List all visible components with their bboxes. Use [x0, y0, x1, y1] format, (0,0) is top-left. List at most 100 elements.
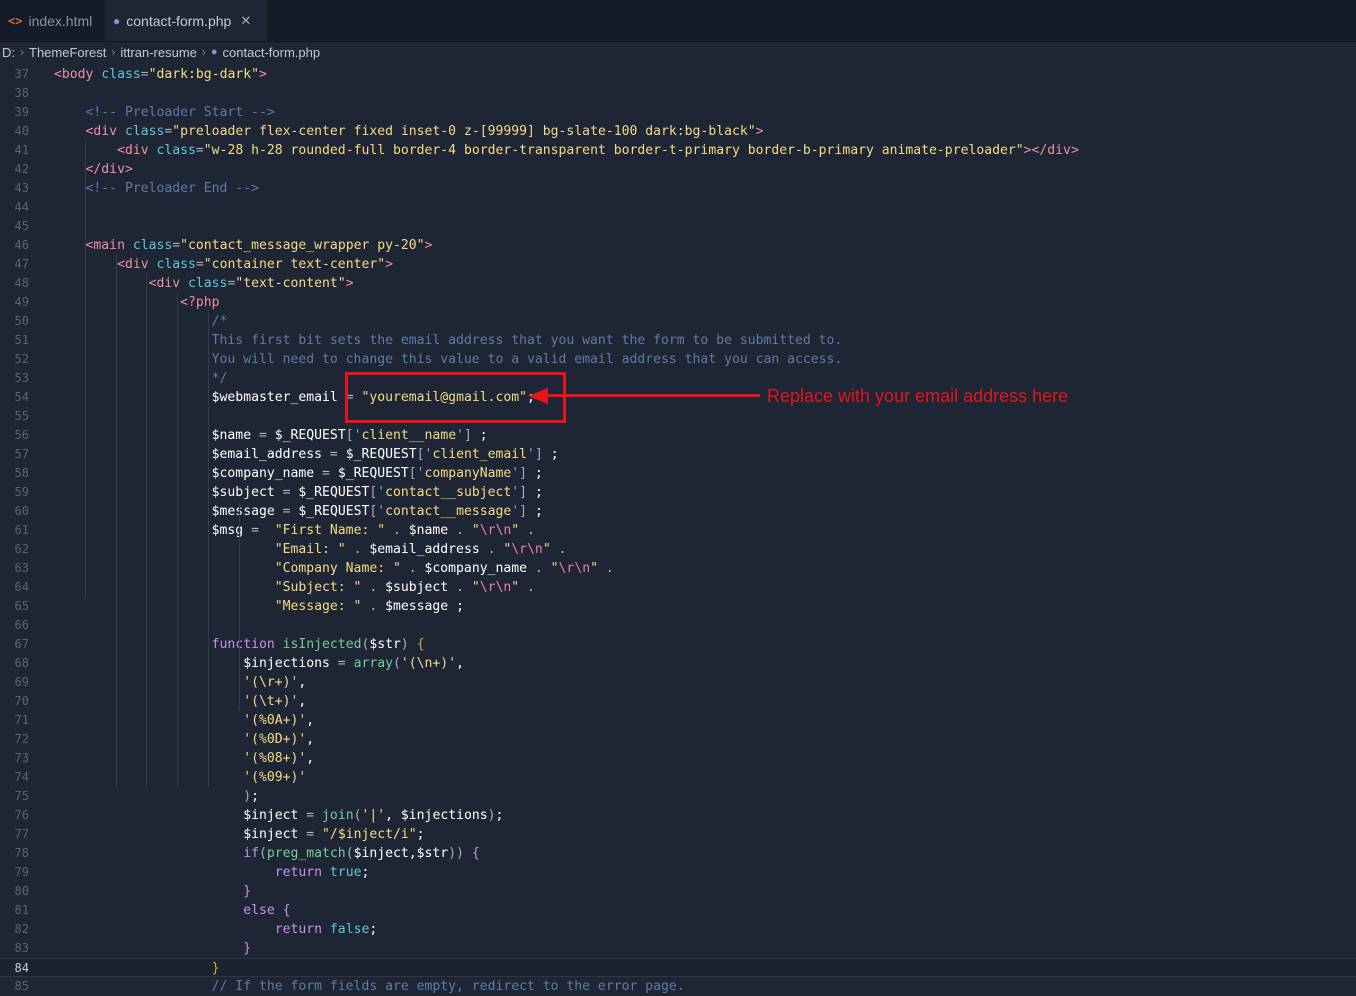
- code-text: </div>: [54, 160, 133, 179]
- code-token: This first bit sets the email address th…: [54, 333, 843, 348]
- code-line[interactable]: 83 }: [0, 939, 1356, 958]
- code-text: $company_name = $_REQUEST['companyName']…: [54, 464, 543, 483]
- breadcrumb-file[interactable]: contact-form.php: [223, 45, 321, 60]
- code-line[interactable]: 49 <?php: [0, 293, 1356, 312]
- code-line[interactable]: 67 function isInjected($str) {: [0, 635, 1356, 654]
- code-token: ': [456, 428, 464, 443]
- code-line[interactable]: 41 <div class="w-28 h-28 rounded-full bo…: [0, 141, 1356, 160]
- code-token: "contact_message_wrapper py-20": [180, 238, 425, 253]
- code-line[interactable]: 38: [0, 84, 1356, 103]
- code-text: );: [54, 787, 259, 806]
- code-token: .: [400, 561, 425, 576]
- code-line[interactable]: 74 '(%09+)': [0, 768, 1356, 787]
- code-line[interactable]: 76 $inject = join('|', $injections);: [0, 806, 1356, 825]
- code-token: ;: [527, 504, 543, 519]
- line-number: 69: [14, 675, 29, 689]
- code-token: ;: [416, 827, 425, 842]
- code-line[interactable]: 69 '(\r+)',: [0, 673, 1356, 692]
- code-line[interactable]: 78 if(preg_match($inject,$str)) {: [0, 844, 1356, 863]
- breadcrumb-drive[interactable]: D:: [2, 45, 15, 60]
- code-token: .: [448, 580, 472, 595]
- breadcrumb-folder[interactable]: ittran-resume: [120, 45, 197, 60]
- code-line[interactable]: 63 "Company Name: " . $company_name . "\…: [0, 559, 1356, 578]
- code-line[interactable]: 37 <body class="dark:bg-dark">: [0, 65, 1356, 84]
- code-line[interactable]: 73 '(%08+)',: [0, 749, 1356, 768]
- code-text: $subject = $_REQUEST['contact__subject']…: [54, 483, 543, 502]
- close-icon[interactable]: ✕: [240, 13, 251, 29]
- code-line[interactable]: 62 "Email: " . $email_address . "\r\n" .: [0, 540, 1356, 559]
- code-token: ]: [463, 428, 472, 443]
- code-token: =: [140, 67, 149, 82]
- code-line[interactable]: 40 <div class="preloader flex-center fix…: [0, 122, 1356, 141]
- annotation-text: Replace with your email address here: [767, 386, 1069, 406]
- code-token: {: [416, 637, 425, 652]
- code-token: '(%09+)': [54, 770, 307, 785]
- code-line[interactable]: 55: [0, 407, 1356, 426]
- php-elephant-icon: ●: [113, 13, 121, 28]
- code-line[interactable]: 61 $msg = "First Name: " . $name . "\r\n…: [0, 521, 1356, 540]
- code-editor[interactable]: 37 <body class="dark:bg-dark"> 38 39 <!-- P…: [0, 65, 1356, 994]
- code-token: "dark:bg-dark": [148, 67, 259, 82]
- code-line[interactable]: 51 This first bit sets the email address…: [0, 331, 1356, 350]
- code-line[interactable]: 53 */: [0, 369, 1356, 388]
- code-line[interactable]: 57 $email_address = $_REQUEST['client_em…: [0, 445, 1356, 464]
- code-text: $email_address = $_REQUEST['client_email…: [54, 445, 559, 464]
- code-line[interactable]: 58 $company_name = $_REQUEST['companyNam…: [0, 464, 1356, 483]
- code-line[interactable]: 72 '(%0D+)',: [0, 730, 1356, 749]
- code-token: $msg: [54, 523, 252, 538]
- code-text: */: [54, 369, 228, 388]
- code-line[interactable]: 71 '(%0A+)',: [0, 711, 1356, 730]
- code-line[interactable]: 68 $injections = array('(\n+)',: [0, 654, 1356, 673]
- code-line[interactable]: 70 '(\t+)',: [0, 692, 1356, 711]
- code-line[interactable]: 44: [0, 198, 1356, 217]
- code-line[interactable]: 77 $inject = "/$inject/i";: [0, 825, 1356, 844]
- code-line[interactable]: 56 $name = $_REQUEST['client__name'] ;: [0, 426, 1356, 445]
- code-line[interactable]: 52 You will need to change this value to…: [0, 350, 1356, 369]
- code-line[interactable]: 59 $subject = $_REQUEST['contact__subjec…: [0, 483, 1356, 502]
- code-line[interactable]: 85 // If the form fields are empty, redi…: [0, 977, 1356, 996]
- code-token: $_REQUEST: [337, 466, 409, 481]
- code-token: .: [550, 542, 567, 557]
- code-token: preg_match: [266, 846, 346, 861]
- code-line[interactable]: 66: [0, 616, 1356, 635]
- code-line[interactable]: 54 $webmaster_email = "youremail@gmail.c…: [0, 388, 1356, 407]
- line-number: 78: [14, 846, 29, 860]
- code-token: =: [195, 143, 204, 158]
- code-text: if(preg_match($inject,$str)) {: [54, 844, 480, 863]
- code-line[interactable]: 81 else {: [0, 901, 1356, 920]
- code-line[interactable]: 79 return true;: [0, 863, 1356, 882]
- code-line[interactable]: 43 <!-- Preloader End -->: [0, 179, 1356, 198]
- breadcrumb-folder[interactable]: ThemeForest: [29, 45, 106, 60]
- code-line[interactable]: 42 </div>: [0, 160, 1356, 179]
- code-token: ;: [361, 865, 370, 880]
- code-line[interactable]: 60 $message = $_REQUEST['contact__messag…: [0, 502, 1356, 521]
- code-line[interactable]: 39 <!-- Preloader Start -->: [0, 103, 1356, 122]
- code-token: You will need to change this value to a …: [54, 352, 843, 367]
- code-token: .: [527, 561, 551, 576]
- code-token: ": [511, 580, 520, 595]
- line-number: 62: [14, 542, 29, 556]
- code-line[interactable]: 80 }: [0, 882, 1356, 901]
- code-token: $inject: [54, 808, 307, 823]
- code-token: $injections: [54, 656, 338, 671]
- line-number: 41: [14, 143, 29, 157]
- code-line[interactable]: 64 "Subject: " . $subject . "\r\n" .: [0, 578, 1356, 597]
- code-token: <div: [54, 257, 157, 272]
- code-line[interactable]: 47 <div class="container text-center">: [0, 255, 1356, 274]
- code-line[interactable]: 75 );: [0, 787, 1356, 806]
- indent-guide: [177, 293, 178, 787]
- tab-contact-form-php[interactable]: ● contact-form.php ✕: [105, 0, 267, 41]
- code-line[interactable]: 48 <div class="text-content">: [0, 274, 1356, 293]
- code-line[interactable]: 45: [0, 217, 1356, 236]
- line-number: 50: [14, 314, 29, 328]
- code-line[interactable]: 50 /*: [0, 312, 1356, 331]
- code-token: )): [448, 846, 464, 861]
- code-token: [: [408, 466, 417, 481]
- code-text: You will need to change this value to a …: [54, 350, 843, 369]
- code-line[interactable]: 84 }: [0, 958, 1356, 977]
- code-token: [: [345, 428, 354, 443]
- code-line[interactable]: 82 return false;: [0, 920, 1356, 939]
- code-line[interactable]: 65 "Message: " . $message ;: [0, 597, 1356, 616]
- code-line[interactable]: 46 <main class="contact_message_wrapper …: [0, 236, 1356, 255]
- tab-index-html[interactable]: <> index.html: [0, 0, 105, 41]
